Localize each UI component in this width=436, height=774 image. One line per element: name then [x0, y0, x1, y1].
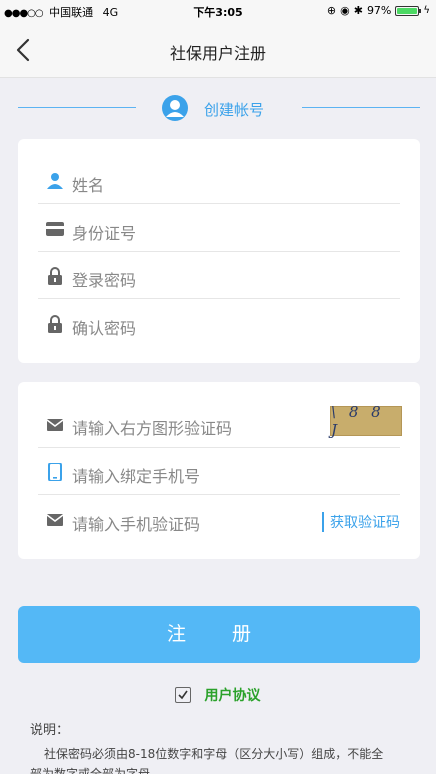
agreement-link[interactable]: 用户协议 — [205, 685, 261, 705]
lock-icon — [48, 315, 62, 333]
section-header: 创建帐号 — [0, 92, 436, 124]
name-field[interactable]: 姓名 — [38, 157, 400, 204]
user-circle-icon — [162, 95, 188, 121]
register-button[interactable]: 注 册 — [18, 606, 420, 663]
battery-label: 97% — [366, 4, 392, 17]
battery-icon — [395, 5, 422, 16]
sms-code-placeholder: 请输入手机验证码 — [72, 515, 201, 534]
charging-icon: ϟ — [423, 5, 430, 16]
bluetooth-icon: ✱ — [353, 4, 363, 17]
captcha-placeholder: 请输入右方图形验证码 — [72, 419, 233, 438]
lock-icon — [48, 267, 62, 285]
location-icon: ⊕ — [326, 4, 337, 17]
sms-code-field[interactable]: 请输入手机验证码 获取验证码 — [38, 496, 400, 543]
phone-icon — [48, 463, 62, 481]
divider-line-left — [18, 107, 136, 108]
mail-icon — [46, 419, 64, 431]
agreement-row: 用户协议 — [0, 684, 436, 705]
agreement-checkbox[interactable] — [175, 686, 192, 703]
confirm-password-field[interactable]: 确认密码 — [38, 300, 400, 347]
get-code-button[interactable]: 获取验证码 — [322, 512, 400, 532]
divider-line-right — [302, 107, 420, 108]
id-card-icon — [46, 222, 64, 236]
status-bar: ●●●○○ 中国联通 4G 下午3:05 ⊕ ◉ ✱ 97% ϟ — [0, 0, 436, 22]
nav-bar: 社保用户注册 — [0, 22, 436, 78]
confirm-password-placeholder: 确认密码 — [72, 319, 137, 338]
checkmark-icon — [178, 690, 189, 699]
alarm-icon: ◉ — [340, 4, 350, 17]
account-form-card: 姓名 身份证号 登录密码 确认密码 — [18, 139, 420, 363]
note-title: 说明： — [30, 723, 70, 738]
note-text: 社保密码必须由8-18位数字和字母（区分大小写）组成，不能全部为数字或全部为字母… — [30, 747, 384, 774]
mail-icon — [46, 514, 64, 526]
captcha-image[interactable]: \ 8 8 J — [330, 403, 402, 439]
id-number-field[interactable]: 身份证号 — [38, 205, 400, 252]
login-password-placeholder: 登录密码 — [72, 271, 137, 290]
battery-level — [397, 7, 417, 14]
person-icon — [47, 173, 63, 189]
section-title: 创建帐号 — [204, 101, 265, 119]
verify-form-card: 请输入右方图形验证码 \ 8 8 J 请输入绑定手机号 请输入手机验证码 获取验… — [18, 382, 420, 559]
login-password-field[interactable]: 登录密码 — [38, 252, 400, 299]
phone-field[interactable]: 请输入绑定手机号 — [38, 448, 400, 495]
page-title: 社保用户注册 — [169, 44, 266, 63]
id-number-placeholder: 身份证号 — [72, 224, 137, 243]
phone-placeholder: 请输入绑定手机号 — [72, 467, 201, 486]
name-placeholder: 姓名 — [72, 176, 105, 195]
status-right: ⊕ ◉ ✱ 97% ϟ — [327, 4, 430, 17]
